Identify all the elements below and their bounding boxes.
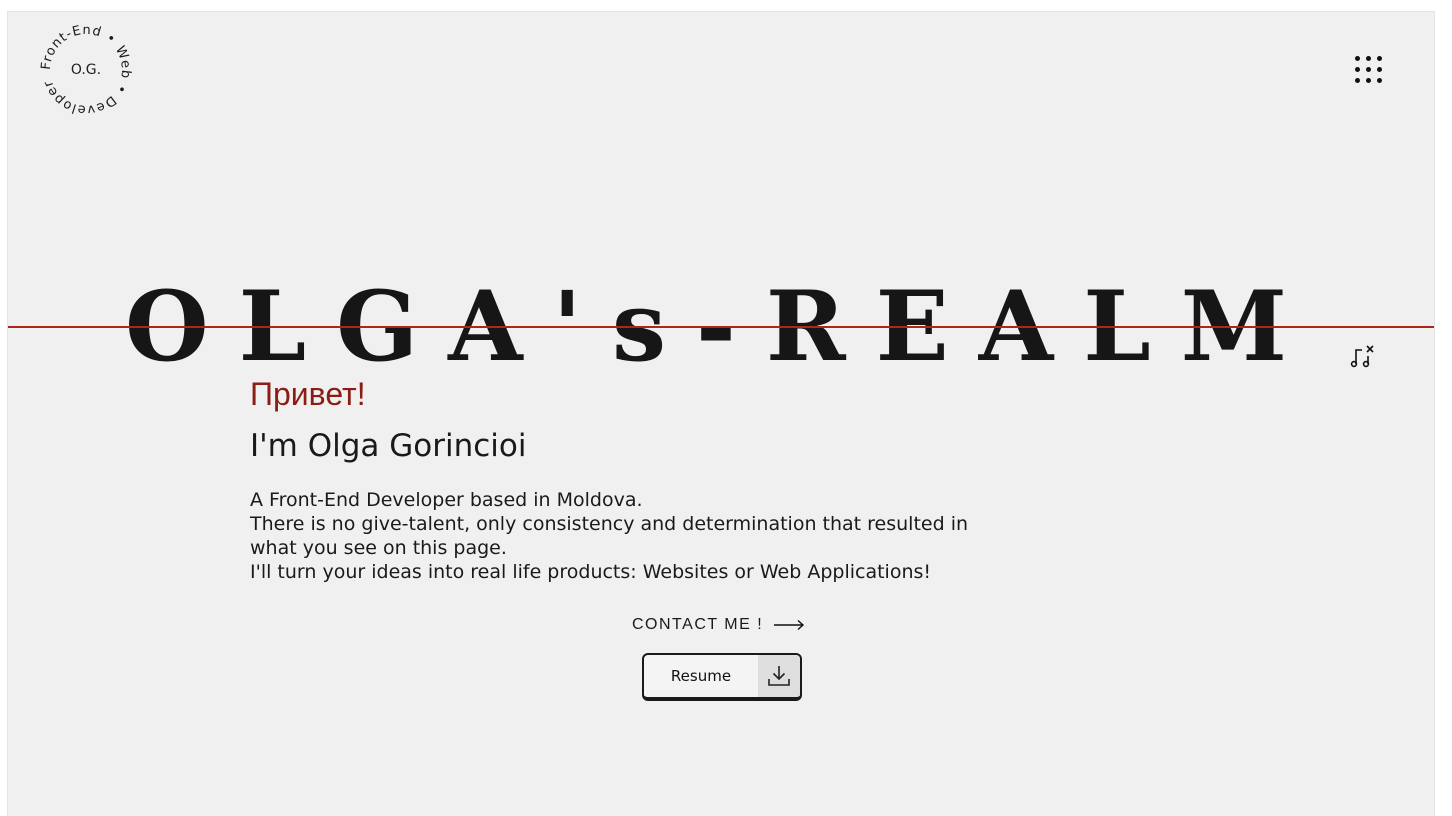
resume-download-button[interactable]: Resume: [642, 653, 802, 701]
logo-badge[interactable]: Front-End • Web • Developer • O.G.: [38, 22, 134, 118]
bio-line: I'll turn your ideas into real life prod…: [250, 561, 932, 583]
bio-text: A Front-End Developer based in Moldova. …: [250, 488, 1010, 584]
intro-section: Привет! I'm Olga Gorincioi A Front-End D…: [250, 374, 1010, 584]
download-icon-wrap: [758, 655, 800, 697]
page: Front-End • Web • Developer • O.G. OLGA'…: [8, 12, 1434, 816]
bio-line: A Front-End Developer based in Moldova.: [250, 489, 643, 511]
intro-name: I'm Olga Gorincioi: [250, 428, 527, 464]
contact-me-label: CONTACT ME !: [632, 616, 764, 633]
divider: [8, 326, 1434, 328]
music-mute-icon: [1350, 345, 1374, 368]
menu-button[interactable]: [1348, 50, 1388, 90]
download-icon: [768, 666, 790, 686]
bio-line: There is no give-talent, only consistenc…: [250, 513, 969, 559]
greeting: Привет!: [250, 376, 366, 412]
contact-me-link[interactable]: CONTACT ME !: [632, 616, 805, 634]
logo-initials: O.G.: [70, 62, 102, 78]
resume-label: Resume: [670, 667, 732, 685]
music-toggle-button[interactable]: [1348, 342, 1378, 372]
long-arrow-right-icon: [774, 619, 805, 631]
